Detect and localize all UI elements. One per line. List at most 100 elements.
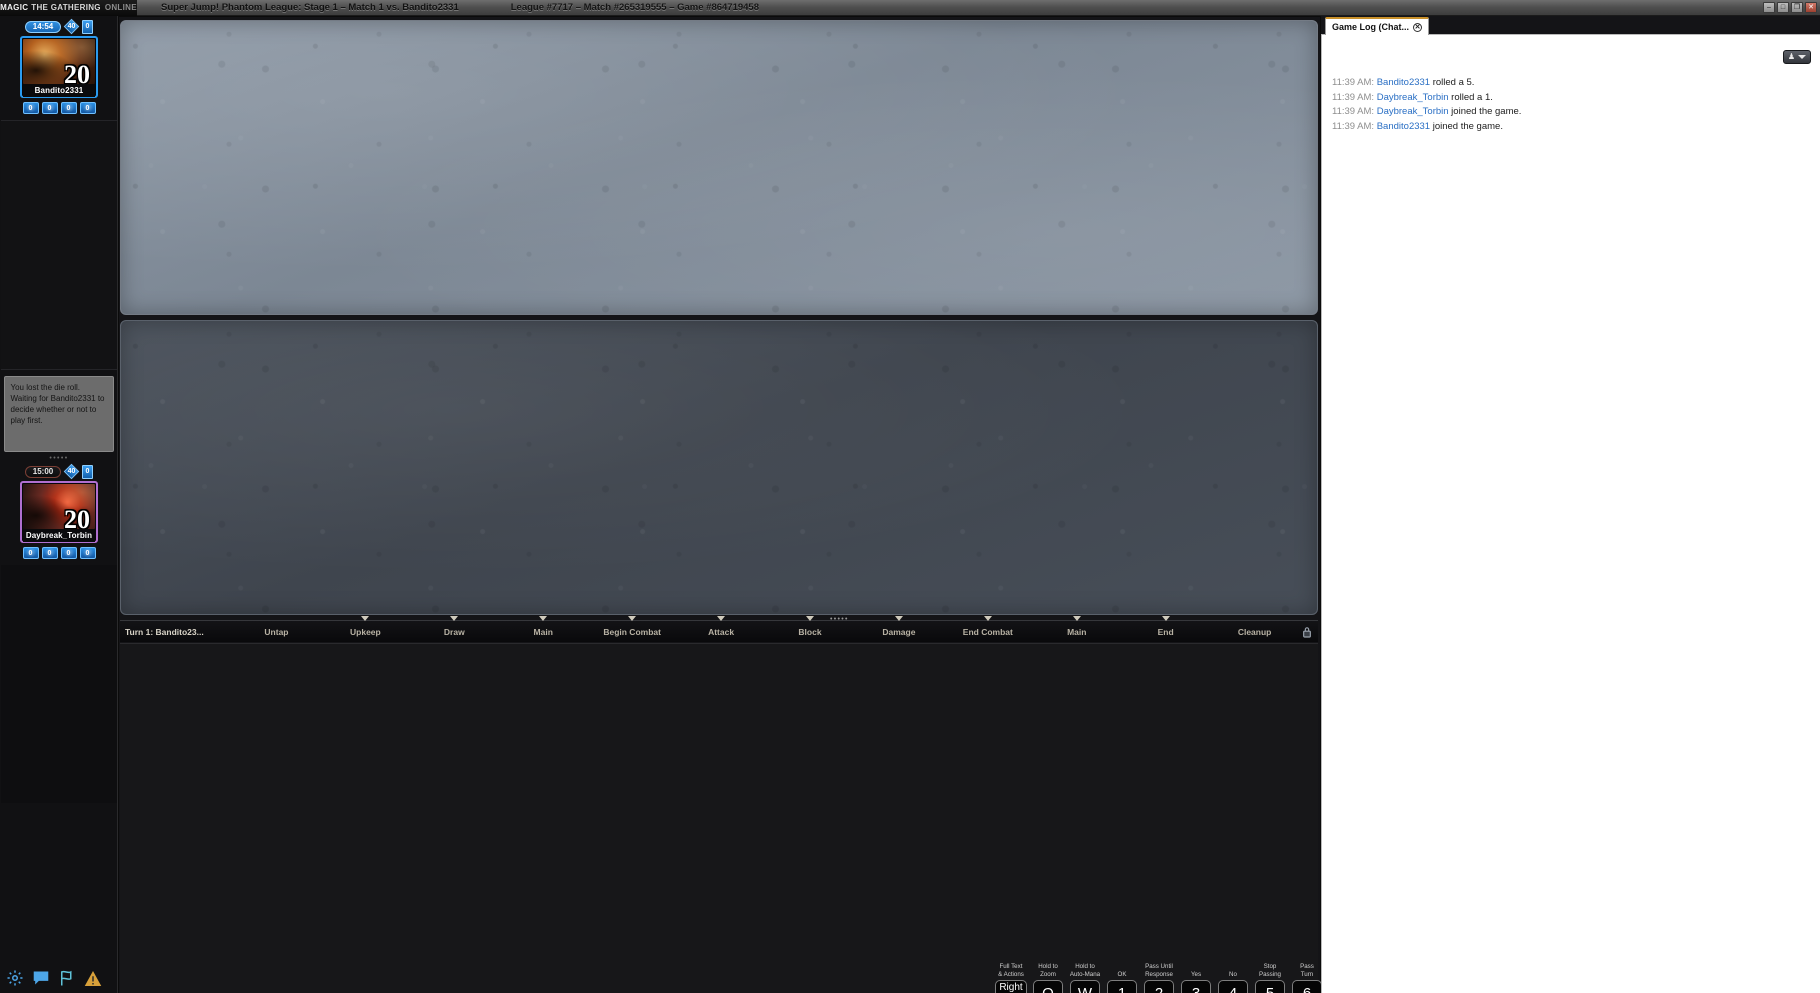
mana-red[interactable]: 0: [79, 102, 96, 114]
self-avatar-frame[interactable]: 20 Daybreak_Torbin: [20, 481, 98, 543]
opponent-battlefield-zone[interactable]: [120, 20, 1318, 315]
hotkey-key[interactable]: 6: [1292, 980, 1322, 993]
hotkey-ok[interactable]: OK 1: [1105, 962, 1139, 993]
opponent-hand-count[interactable]: 0: [82, 19, 93, 34]
hotkey-key[interactable]: 4: [1218, 980, 1248, 993]
self-battlefield-zone[interactable]: [120, 320, 1318, 757]
hotkey-caption-line: Auto-Mana: [1069, 970, 1101, 978]
phase-untap[interactable]: Untap: [232, 621, 321, 643]
mana-black[interactable]: 0: [60, 102, 77, 114]
game-log-options-button[interactable]: ♟: [1783, 50, 1811, 64]
log-username[interactable]: Daybreak_Torbin: [1377, 106, 1449, 117]
self-life-total[interactable]: 20: [64, 507, 90, 530]
phase-cleanup[interactable]: Cleanup: [1210, 621, 1299, 643]
restore-button[interactable]: ❐: [1791, 2, 1803, 13]
phase-pip-icon: [717, 615, 726, 621]
hotkey-caption-line: Turn: [1300, 970, 1314, 978]
close-button[interactable]: ✕: [1805, 2, 1817, 13]
hotkey-key[interactable]: Right Click: [995, 980, 1027, 993]
settings-gear-icon[interactable]: [6, 969, 24, 987]
close-icon[interactable]: ✕: [1413, 22, 1423, 32]
mana-white[interactable]: 0: [22, 547, 39, 559]
phase-label: Main: [533, 626, 553, 637]
log-timestamp: 11:39 AM:: [1332, 106, 1375, 118]
mana-black[interactable]: 0: [60, 547, 77, 559]
self-player-panel[interactable]: 15:00 40 0 20 Daybreak_Torbin 0 0 0 0: [0, 463, 118, 559]
log-entry: 11:39 AM: Bandito2331 joined the game.: [1332, 120, 1812, 135]
game-log-panel: Game Log (Chat... ✕ ♟ 11:39 AM: Bandito2…: [1321, 16, 1820, 993]
hotkey-yes[interactable]: Yes 3: [1179, 962, 1213, 993]
mana-white[interactable]: 0: [22, 102, 39, 114]
phase-pip-icon: [805, 615, 814, 621]
phase-track: ••••• Untap Upkeep Draw Main Begin Comba…: [232, 615, 1299, 643]
app-logo: MAGIC THE GATHERING ONLINE: [0, 0, 137, 16]
opponent-player-panel[interactable]: 14:54 40 0 20 Bandito2331 0 0 0 0: [0, 16, 118, 114]
hotkey-pass-turn[interactable]: Pass Turn 6: [1290, 962, 1324, 993]
mana-blue[interactable]: 0: [41, 102, 58, 114]
phase-upkeep[interactable]: Upkeep: [321, 615, 410, 643]
flag-icon[interactable]: [58, 969, 76, 987]
phase-draw[interactable]: Draw: [410, 615, 499, 643]
log-text: joined the game.: [1448, 106, 1522, 118]
self-hand-count[interactable]: 0: [82, 464, 93, 479]
mana-red-value: 0: [85, 104, 90, 112]
phase-begin-combat[interactable]: Begin Combat: [588, 615, 677, 643]
sidebar-drag-handle[interactable]: •••••: [0, 455, 118, 463]
phase-damage[interactable]: Damage: [854, 615, 943, 643]
minimize-button[interactable]: –: [1763, 2, 1775, 13]
hotkey-hold-to-auto-mana[interactable]: Hold to Auto-Mana W: [1068, 962, 1102, 993]
mana-blue[interactable]: 0: [41, 547, 58, 559]
mana-white-value: 0: [28, 104, 33, 112]
game-log-tabstrip: Game Log (Chat... ✕: [1321, 16, 1820, 35]
hotkey-caption-line: & Actions: [998, 970, 1024, 978]
self-name: Daybreak_Torbin: [23, 529, 95, 542]
log-username[interactable]: Daybreak_Torbin: [1377, 92, 1449, 103]
hotkey-caption: Stop Passing: [1259, 962, 1281, 978]
hotkey-key[interactable]: 2: [1144, 980, 1174, 993]
mana-red[interactable]: 0: [79, 547, 96, 559]
hotkey-caption: Pass Turn: [1300, 962, 1314, 978]
mana-black-value: 0: [66, 104, 71, 112]
hotkey-hold-to-zoom[interactable]: Hold to Zoom Q: [1031, 962, 1065, 993]
log-username[interactable]: Bandito2331: [1377, 121, 1430, 132]
title-bar: MAGIC THE GATHERING ONLINE Super Jump! P…: [0, 0, 1820, 16]
hotkey-caption-line: Response: [1145, 970, 1173, 978]
game-message-box: You lost the die roll. Waiting for Bandi…: [3, 376, 114, 452]
hotkey-key[interactable]: Q: [1033, 980, 1063, 993]
hotkey-full-text-actions[interactable]: Full Text & Actions Right Click: [994, 962, 1028, 993]
phase-main-1[interactable]: Main: [499, 615, 588, 643]
stack-and-hand-area[interactable]: [120, 643, 1318, 993]
hotkey-key[interactable]: W: [1070, 980, 1100, 993]
opponent-library-count[interactable]: 40: [63, 18, 80, 35]
self-library-count[interactable]: 40: [63, 463, 80, 480]
chat-bubble-icon[interactable]: [32, 969, 50, 987]
self-zone-strip[interactable]: [1, 565, 117, 803]
lock-icon[interactable]: [1299, 624, 1315, 640]
opponent-avatar-frame[interactable]: 20 Bandito2331: [20, 36, 98, 98]
phase-end-combat[interactable]: End Combat: [943, 615, 1032, 643]
match-title: Super Jump! Phantom League: Stage 1 – Ma…: [161, 2, 459, 13]
hotkey-no[interactable]: No 4: [1216, 962, 1250, 993]
opponent-clock: 14:54: [25, 20, 61, 33]
game-log-body[interactable]: ♟ 11:39 AM: Bandito2331 rolled a 5. 11:3…: [1321, 35, 1820, 993]
phase-block[interactable]: Block: [766, 615, 855, 643]
warning-icon[interactable]: [84, 969, 102, 987]
opponent-life-total[interactable]: 20: [64, 62, 90, 85]
phase-attack[interactable]: Attack: [677, 615, 766, 643]
opponent-library-value: 40: [67, 23, 76, 30]
tab-game-log[interactable]: Game Log (Chat... ✕: [1325, 17, 1430, 35]
maximize-button[interactable]: □: [1777, 2, 1789, 13]
hotkey-caption-line: Hold to: [1075, 963, 1095, 971]
sidebar-tool-row: [6, 969, 102, 987]
hotkey-stop-passing[interactable]: Stop Passing 5: [1253, 962, 1287, 993]
self-library-value: 40: [67, 468, 76, 475]
phase-end[interactable]: End: [1121, 615, 1210, 643]
log-username[interactable]: Bandito2331: [1377, 77, 1430, 88]
opponent-zone-strip[interactable]: [1, 120, 117, 370]
hotkey-pass-until-response[interactable]: Pass Until Response 2: [1142, 962, 1176, 993]
hotkey-key[interactable]: 5: [1255, 980, 1285, 993]
hotkey-key[interactable]: 1: [1107, 980, 1137, 993]
hotkey-key[interactable]: 3: [1181, 980, 1211, 993]
phase-main-2[interactable]: Main: [1032, 615, 1121, 643]
phase-label: End: [1157, 626, 1174, 637]
